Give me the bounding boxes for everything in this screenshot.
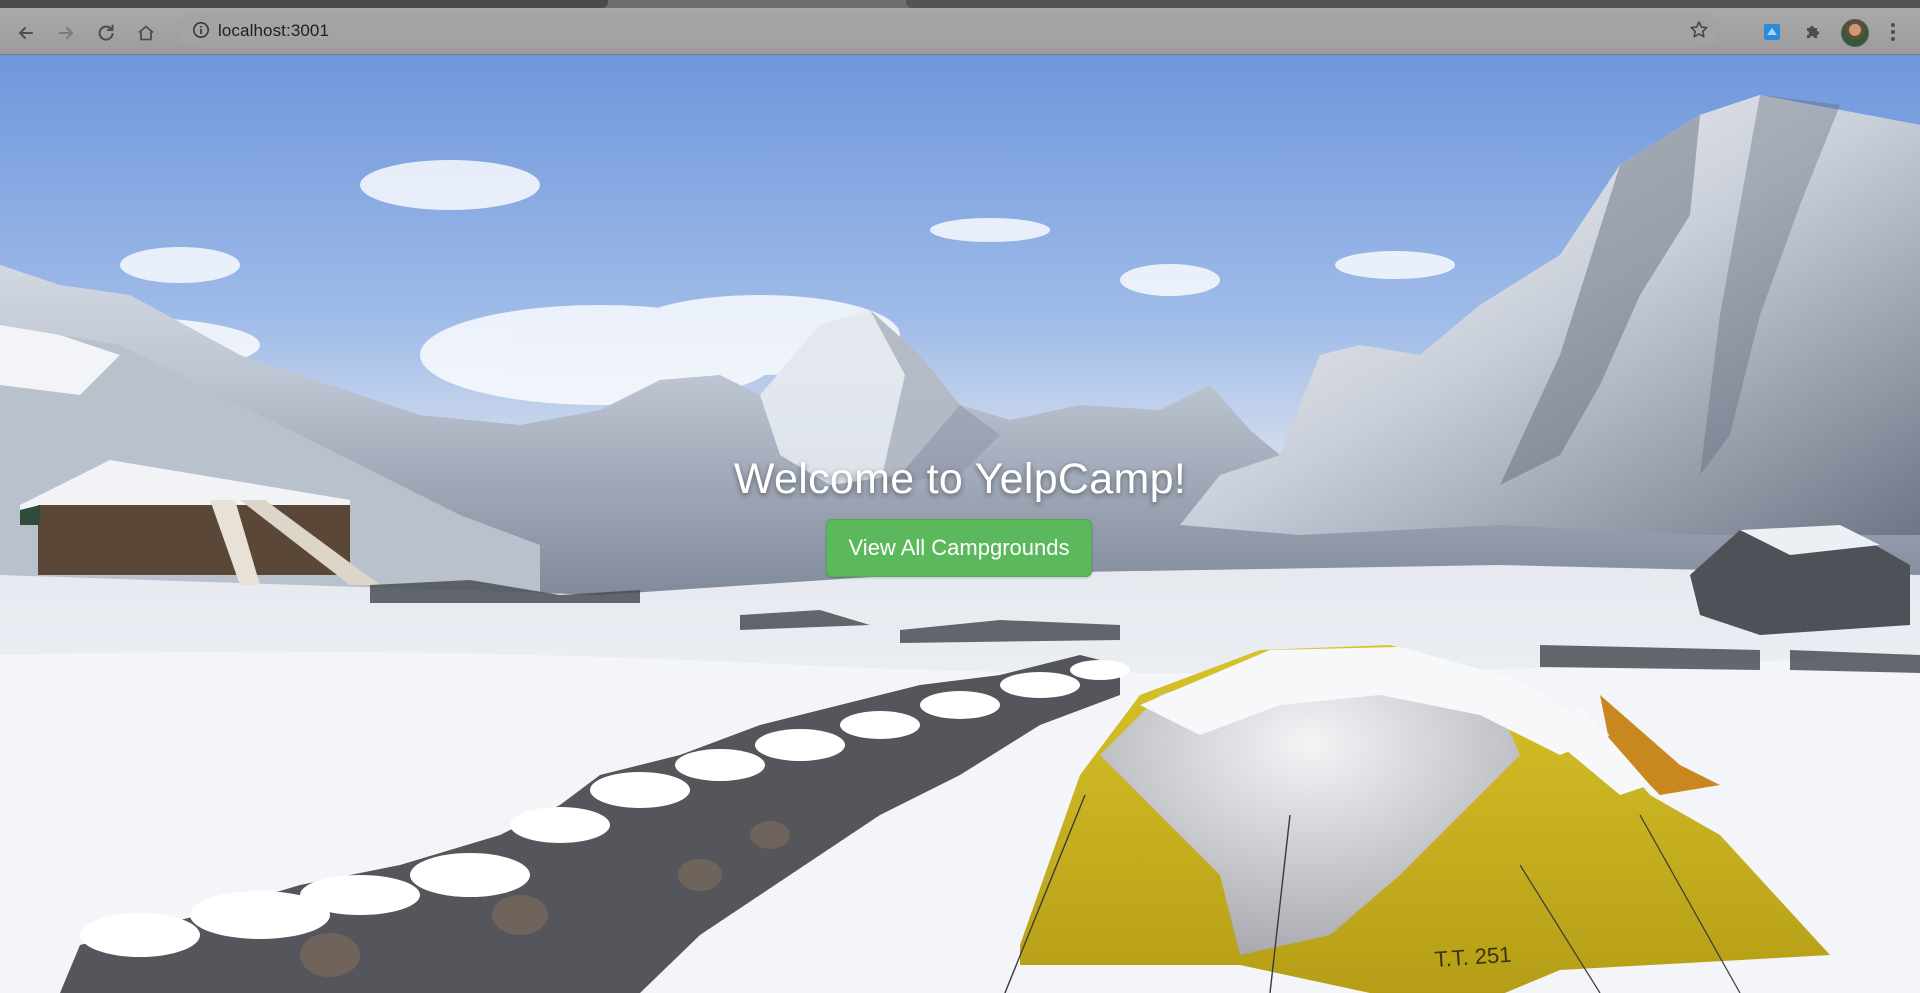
tab-strip <box>0 0 1920 8</box>
page-title: Welcome to YelpCamp! <box>733 455 1187 503</box>
puzzle-icon <box>1807 26 1819 38</box>
back-button[interactable] <box>14 21 38 45</box>
tab-inactive[interactable] <box>906 0 1920 8</box>
avatar[interactable] <box>1841 19 1869 47</box>
tab-active[interactable] <box>0 0 608 8</box>
page-viewport: T.T. 251 Welcome to YelpCamp! View All C… <box>0 55 1920 993</box>
home-button[interactable] <box>134 21 158 45</box>
reload-icon <box>98 24 114 41</box>
extension-icon <box>1764 24 1780 40</box>
view-all-campgrounds-button[interactable]: View All Campgrounds <box>826 519 1092 577</box>
extension-button[interactable] <box>1760 20 1784 44</box>
extensions-menu-button[interactable] <box>1801 20 1825 44</box>
reload-button[interactable] <box>94 21 118 45</box>
star-icon[interactable] <box>1688 19 1710 41</box>
landing-hero: Welcome to YelpCamp! View All Campground… <box>0 55 1920 993</box>
browser-window: localhost:3001 T.T. 251 Welcome to YelpC… <box>0 0 1920 993</box>
browser-toolbar: localhost:3001 <box>0 8 1920 55</box>
forward-button[interactable] <box>54 21 78 45</box>
forward-arrow-icon <box>59 27 73 39</box>
kebab-menu-icon[interactable] <box>1885 21 1901 43</box>
url-text[interactable]: localhost:3001 <box>218 21 329 41</box>
home-icon <box>138 25 154 41</box>
info-icon[interactable] <box>192 21 210 39</box>
back-arrow-icon <box>19 27 33 39</box>
address-bar[interactable]: localhost:3001 <box>178 13 1718 47</box>
